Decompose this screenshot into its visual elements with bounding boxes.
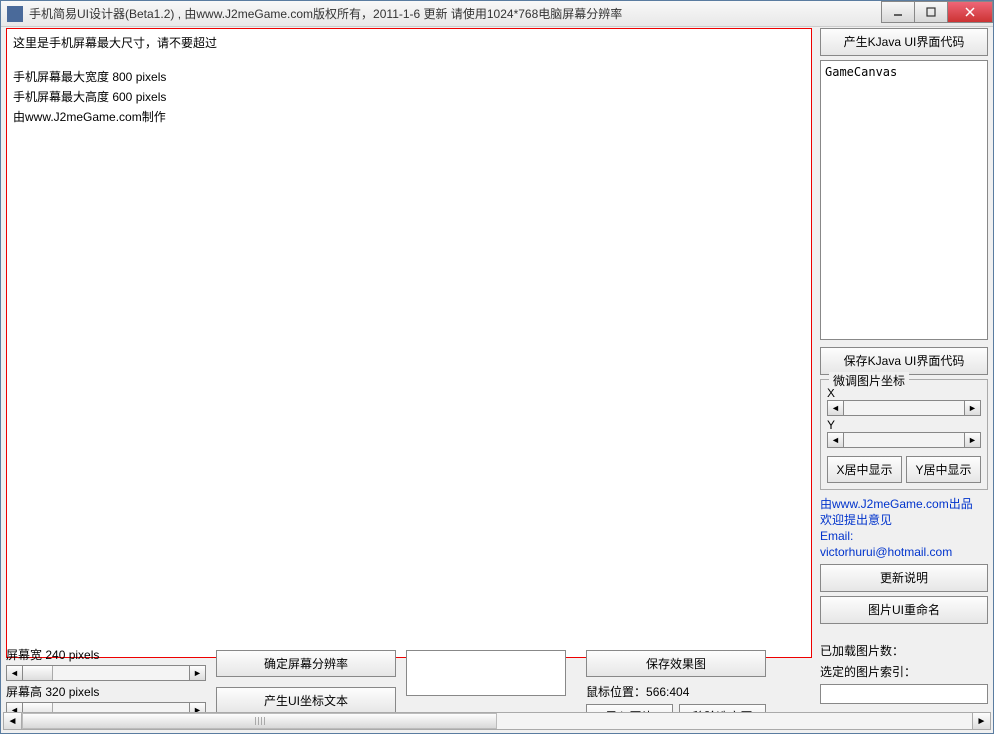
minimize-button[interactable] xyxy=(881,1,915,23)
selected-index-label: 选定的图片索引： xyxy=(820,663,988,680)
x-track[interactable] xyxy=(844,401,964,415)
credit-email-link[interactable]: victorhurui@hotmail.com xyxy=(820,545,952,559)
design-canvas[interactable]: 这里是手机屏幕最大尺寸，请不要超过 手机屏幕最大宽度 800 pixels 手机… xyxy=(6,28,812,658)
save-code-button[interactable]: 保存KJava UI界面代码 xyxy=(820,347,988,375)
arrow-left-icon[interactable]: ◄ xyxy=(828,401,844,415)
hscroll-track[interactable] xyxy=(22,713,972,729)
credit-by: 由 xyxy=(820,497,832,511)
generate-code-button[interactable]: 产生KJava UI界面代码 xyxy=(820,28,988,56)
credit-email-label: Email: xyxy=(820,529,853,543)
app-icon xyxy=(7,6,23,22)
preview-box xyxy=(406,650,566,696)
credit-site-link[interactable]: www.J2meGame.com xyxy=(832,497,949,511)
arrow-left-icon[interactable]: ◄ xyxy=(828,433,844,447)
canvas-line3: 手机屏幕最大高度 600 pixels xyxy=(13,87,805,107)
scrollbar-thumb[interactable] xyxy=(23,666,53,680)
mouse-position: 鼠标位置：566:404 xyxy=(586,681,766,702)
close-button[interactable] xyxy=(947,1,993,23)
arrow-right-icon[interactable]: ► xyxy=(189,666,205,680)
maximize-button[interactable] xyxy=(914,1,948,23)
update-notes-button[interactable]: 更新说明 xyxy=(820,564,988,592)
rename-field[interactable] xyxy=(820,684,988,704)
canvas-line4: 由www.J2meGame.com制作 xyxy=(13,107,805,127)
credit-suffix: 出品 xyxy=(949,497,973,511)
save-preview-button[interactable]: 保存效果图 xyxy=(586,650,766,677)
hscroll-thumb[interactable] xyxy=(22,713,497,729)
y-track[interactable] xyxy=(844,433,964,447)
screen-height-label: 屏幕高 320 pixels xyxy=(6,683,99,700)
titlebar[interactable]: 手机简易UI设计器(Beta1.2) , 由www.J2meGame.com版权… xyxy=(1,1,993,27)
loaded-count-label: 已加载图片数： xyxy=(820,642,988,659)
window-hscrollbar[interactable]: ◄ ► xyxy=(3,712,991,730)
finetune-legend: 微调图片坐标 xyxy=(829,372,909,389)
screen-width-label: 屏幕宽 240 pixels xyxy=(6,646,99,663)
finetune-group: 微调图片坐标 X ◄ ► Y ◄ ► xyxy=(820,379,988,490)
y-scrollbar[interactable]: ◄ ► xyxy=(827,432,981,448)
generate-coord-text-button[interactable]: 产生UI坐标文本 xyxy=(216,687,396,714)
y-label: Y xyxy=(827,418,981,432)
x-center-button[interactable]: X居中显示 xyxy=(827,456,902,483)
window-title: 手机简易UI设计器(Beta1.2) , 由www.J2meGame.com版权… xyxy=(29,5,622,22)
credits: 由www.J2meGame.com出品 欢迎提出意见 Email: victor… xyxy=(820,496,988,560)
grip-icon xyxy=(255,717,265,725)
arrow-right-icon[interactable]: ► xyxy=(964,401,980,415)
canvas-line1: 这里是手机屏幕最大尺寸，请不要超过 xyxy=(13,33,805,53)
screen-width-scrollbar[interactable]: ◄ ► xyxy=(6,665,206,681)
code-textarea[interactable] xyxy=(820,60,988,340)
x-scrollbar[interactable]: ◄ ► xyxy=(827,400,981,416)
arrow-right-icon[interactable]: ► xyxy=(972,713,990,729)
arrow-left-icon[interactable]: ◄ xyxy=(4,713,22,729)
y-center-button[interactable]: Y居中显示 xyxy=(906,456,981,483)
confirm-resolution-button[interactable]: 确定屏幕分辨率 xyxy=(216,650,396,677)
canvas-info: 这里是手机屏幕最大尺寸，请不要超过 手机屏幕最大宽度 800 pixels 手机… xyxy=(7,29,811,131)
credit-feedback: 欢迎提出意见 xyxy=(820,512,988,528)
rename-ui-button[interactable]: 图片UI重命名 xyxy=(820,596,988,624)
arrow-left-icon[interactable]: ◄ xyxy=(7,666,23,680)
arrow-right-icon[interactable]: ► xyxy=(964,433,980,447)
canvas-line2: 手机屏幕最大宽度 800 pixels xyxy=(13,67,805,87)
